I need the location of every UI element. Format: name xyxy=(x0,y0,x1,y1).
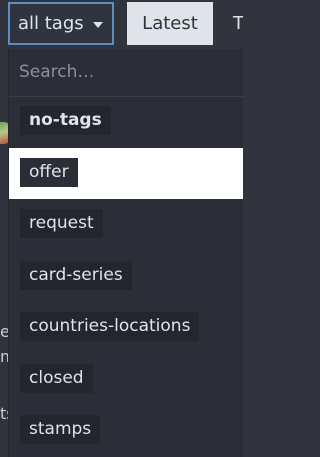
tag-option-label: card-series xyxy=(20,260,132,290)
tag-option-offer[interactable]: offer xyxy=(9,147,243,199)
tag-option-request[interactable]: request xyxy=(9,199,243,250)
tag-option-label: no-tags xyxy=(20,106,111,135)
tags-filter-label: all tags xyxy=(18,13,84,34)
tag-option-label: countries-locations xyxy=(20,312,200,341)
chevron-down-icon xyxy=(92,21,103,28)
tag-filter-page: all tags Latest T e m ts no-tagsofferreq… xyxy=(0,0,243,457)
tag-option-countries-locations[interactable]: countries-locations xyxy=(9,302,243,353)
tags-filter-dropdown[interactable]: all tags xyxy=(8,2,114,45)
tags-dropdown-panel: no-tags offer request card-series countries-… xyxy=(8,49,243,457)
tag-option-label: stamps xyxy=(20,415,101,444)
tag-option-no-tags[interactable]: no-tags xyxy=(9,96,243,147)
tab-next-label: T xyxy=(233,13,243,34)
tag-option-label: offer xyxy=(20,157,78,187)
tab-next-partial[interactable]: T xyxy=(233,2,243,45)
tag-option-stamps[interactable]: stamps xyxy=(9,405,243,456)
tag-option-closed[interactable]: closed xyxy=(9,354,243,405)
search-row xyxy=(9,49,243,97)
tab-latest-label: Latest xyxy=(142,13,198,34)
tag-option-label: closed xyxy=(20,363,93,393)
tag-search-input[interactable] xyxy=(19,59,229,85)
tag-option-label: request xyxy=(20,209,103,238)
tab-latest[interactable]: Latest xyxy=(127,2,213,45)
top-navigation: all tags Latest T xyxy=(0,0,243,49)
tag-option-card-series[interactable]: card-series xyxy=(9,251,243,302)
